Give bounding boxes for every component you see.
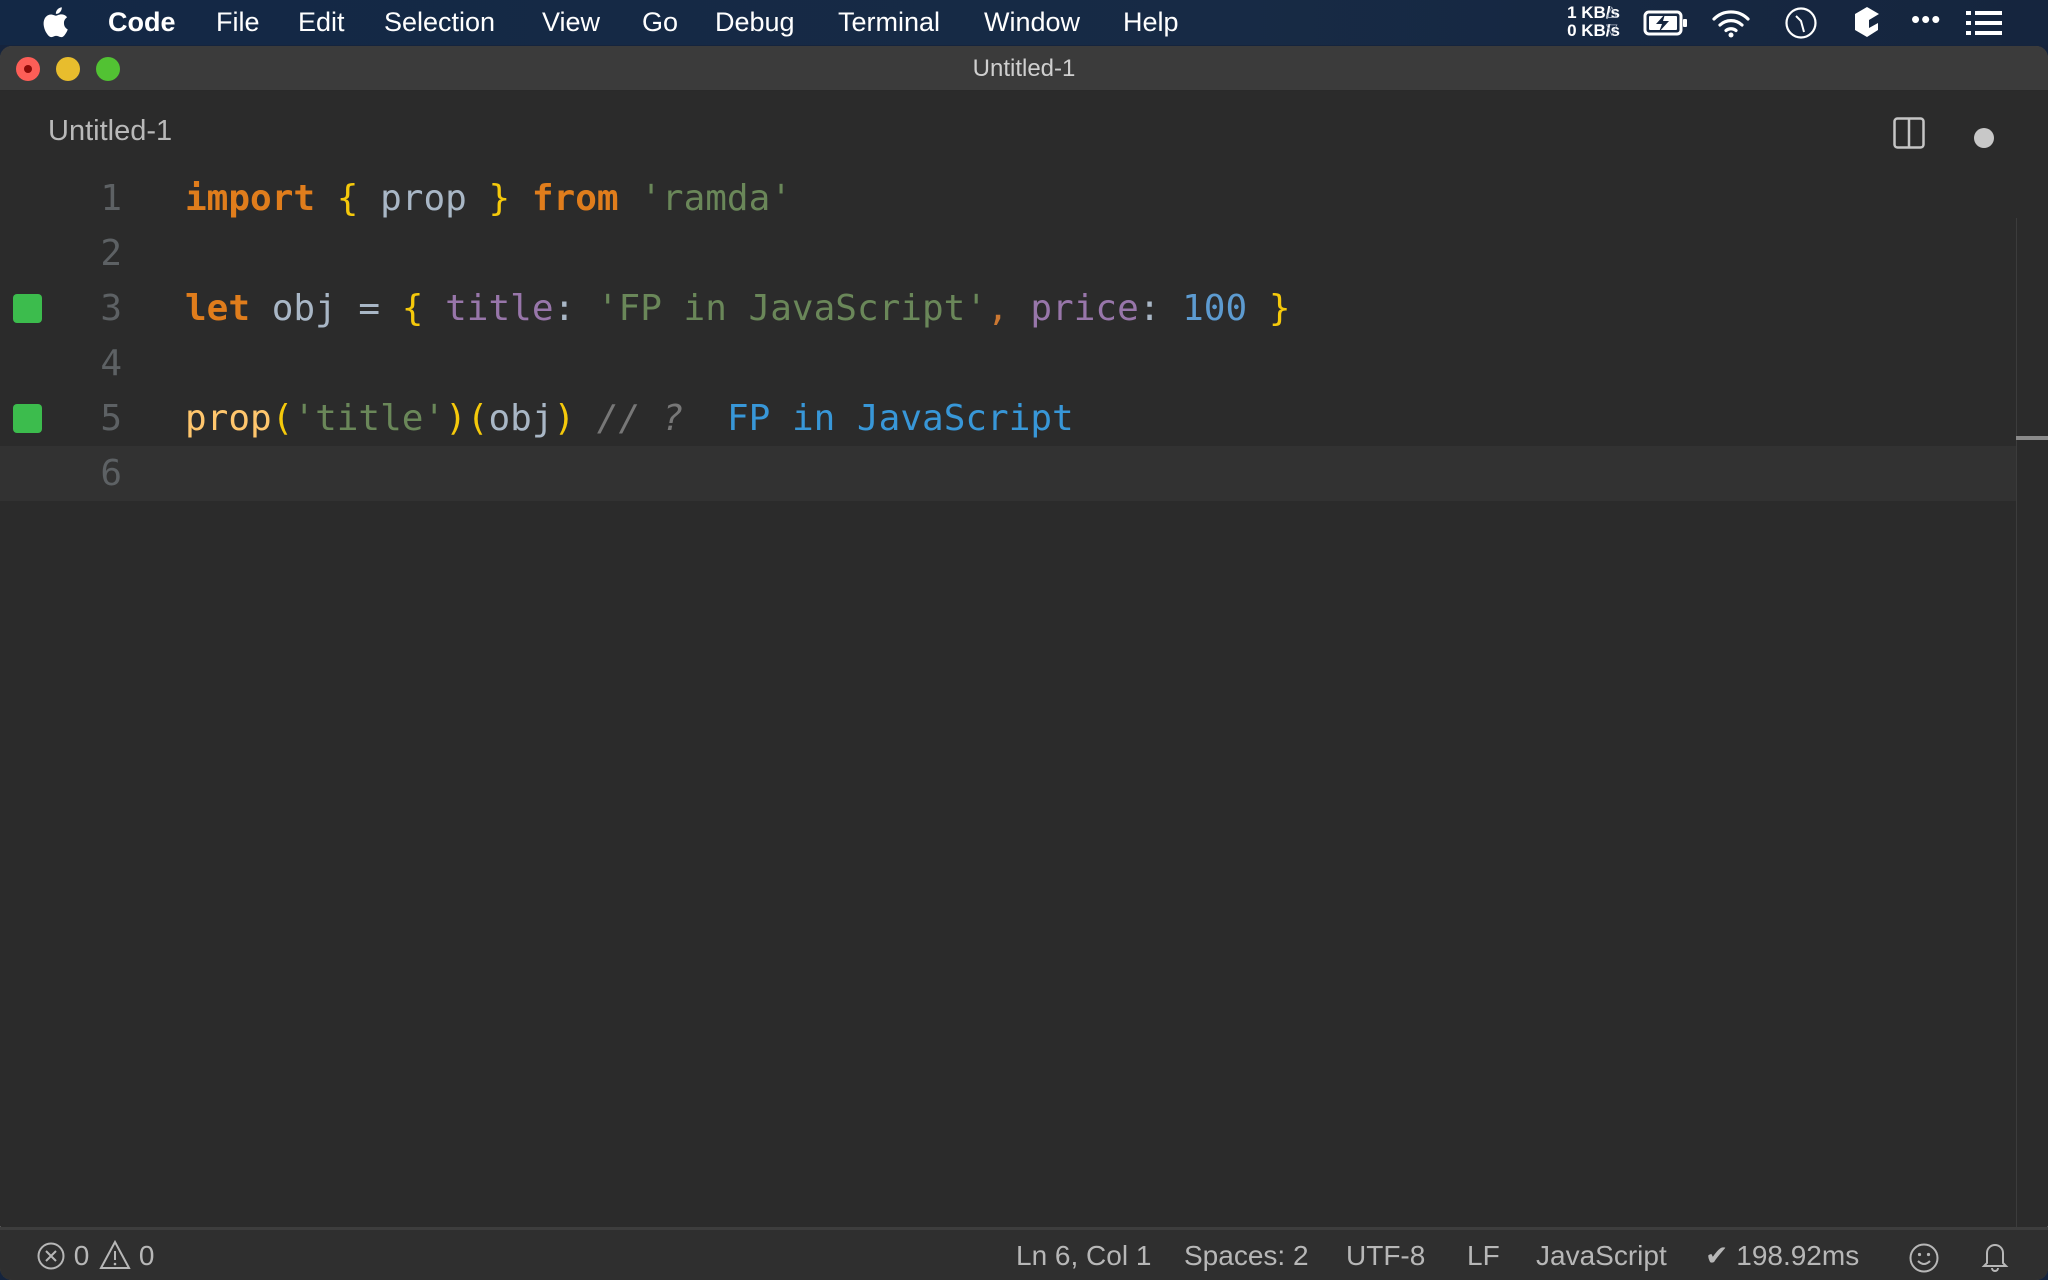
code-token: : [553,288,597,329]
code-token: ) [553,398,576,439]
code-token: prop [358,178,489,219]
menu-go[interactable]: Go [642,0,678,45]
code-token: : [1138,288,1183,329]
indentation-setting[interactable]: Spaces: 2 [1184,1238,1309,1274]
title-bar[interactable]: Untitled-1 [0,46,2048,91]
code-line[interactable]: 3 let obj = { title: 'FP in JavaScript', … [0,281,2016,336]
line-number: 5 [100,398,122,439]
code-line[interactable]: 5 prop('title')(obj) // ? FP in JavaScrip… [0,391,2016,446]
problems-indicator[interactable]: 0 0 [36,1238,155,1274]
code-token: ( [466,398,489,439]
code-token: // ? [596,398,684,439]
language-mode[interactable]: JavaScript [1536,1238,1667,1274]
quokka-timing[interactable]: ✔ 198.92ms [1705,1238,1859,1274]
code-token: price [1030,288,1139,329]
tab-untitled-1[interactable]: Untitled-1 [48,115,172,148]
line-code[interactable]: import { prop } from 'ramda' [185,171,792,226]
menu-app-code[interactable]: Code [108,0,176,45]
code-token: { [336,178,359,219]
line-code[interactable]: prop('title')(obj) // ? FP in JavaScript [185,391,1074,446]
end-of-line-sequence[interactable]: LF [1467,1238,1500,1274]
code-token: obj [488,398,554,439]
menu-edit[interactable]: Edit [298,0,345,45]
network-arrows: △ ▽ [1606,3,1618,39]
menu-selection[interactable]: Selection [384,0,495,45]
menu-debug[interactable]: Debug [715,0,795,45]
line-number: 3 [100,288,122,329]
code-token: } [1268,288,1291,329]
notification-center-icon[interactable] [1966,11,2002,35]
code-token: 'title' [293,398,446,439]
window-title: Untitled-1 [972,55,1076,82]
code-token: { [401,288,424,329]
inline-evaluation-result: FP in JavaScript [726,398,1074,439]
warning-icon [99,1239,131,1269]
menu-view[interactable]: View [542,0,600,45]
code-token: } [488,178,511,219]
file-encoding[interactable]: UTF-8 [1346,1238,1425,1274]
menu-window[interactable]: Window [984,0,1080,45]
feedback-smiley-icon[interactable] [1908,1240,1940,1276]
code-token: , [987,288,1009,329]
line-code[interactable]: let obj = { title: 'FP in JavaScript', p… [185,281,1291,336]
split-editor-icon[interactable] [1893,117,1925,149]
code-line[interactable]: 4 [0,336,2016,391]
vscode-window: Untitled-1 Untitled-1 1 import { prop } f… [0,46,2048,1280]
quokka-coverage-marker-icon[interactable] [13,294,42,323]
code-token: ( [271,398,294,439]
code-line[interactable]: 1 import { prop } from 'ramda' [0,171,2016,226]
download-arrow-icon: ▽ [1606,21,1618,38]
error-count: 0 [73,1240,90,1271]
status-bar: 0 0 Ln 6, Col 1 Spaces: 2 UTF-8 LF JavaS… [0,1227,2048,1280]
code-editor[interactable]: 1 import { prop } from 'ramda' 2 3 let obj =… [0,171,2048,1226]
code-token: ) [445,398,467,439]
battery-charging-icon[interactable] [1643,10,1689,36]
code-token: 100 [1182,288,1248,329]
scrollbar-cursor-indicator[interactable] [2016,436,2048,440]
macos-menu-bar: Code File Edit Selection View Go Debug T… [0,0,2048,45]
code-token: 'ramda' [640,178,792,219]
code-token: 'FP in JavaScript' [596,288,987,329]
line-number: 4 [100,343,122,384]
code-token: let [185,288,251,329]
clock-icon[interactable] [1784,6,1818,40]
upload-arrow-icon: △ [1606,3,1618,20]
unsaved-changes-dot-icon[interactable] [1974,128,1994,148]
notifications-bell-icon[interactable] [1980,1238,2010,1274]
cursor-position[interactable]: Ln 6, Col 1 [1016,1238,1151,1274]
error-icon [37,1242,65,1270]
code-line[interactable]: 2 [0,226,2016,281]
vertical-scrollbar-track[interactable] [2016,218,2048,1273]
wifi-icon[interactable] [1711,8,1751,38]
menu-terminal[interactable]: Terminal [838,0,940,45]
code-token: from [531,178,619,219]
more-icon[interactable]: ••• [1911,4,1941,35]
code-token: title [445,288,554,329]
dropbox-icon[interactable] [1852,6,1882,40]
quokka-coverage-marker-icon[interactable] [13,404,42,433]
code-token: obj = [250,288,402,329]
line-number: 1 [100,178,122,219]
code-token: prop [185,398,272,439]
menu-help[interactable]: Help [1123,0,1179,45]
apple-logo-icon[interactable] [40,6,70,38]
warning-count: 0 [138,1240,155,1271]
line-number: 2 [100,233,122,274]
code-line[interactable]: 6 [0,446,2016,501]
editor-tab-bar: Untitled-1 [0,91,2048,171]
line-number: 6 [100,453,122,494]
code-token: import [185,178,316,219]
menu-file[interactable]: File [216,0,260,45]
